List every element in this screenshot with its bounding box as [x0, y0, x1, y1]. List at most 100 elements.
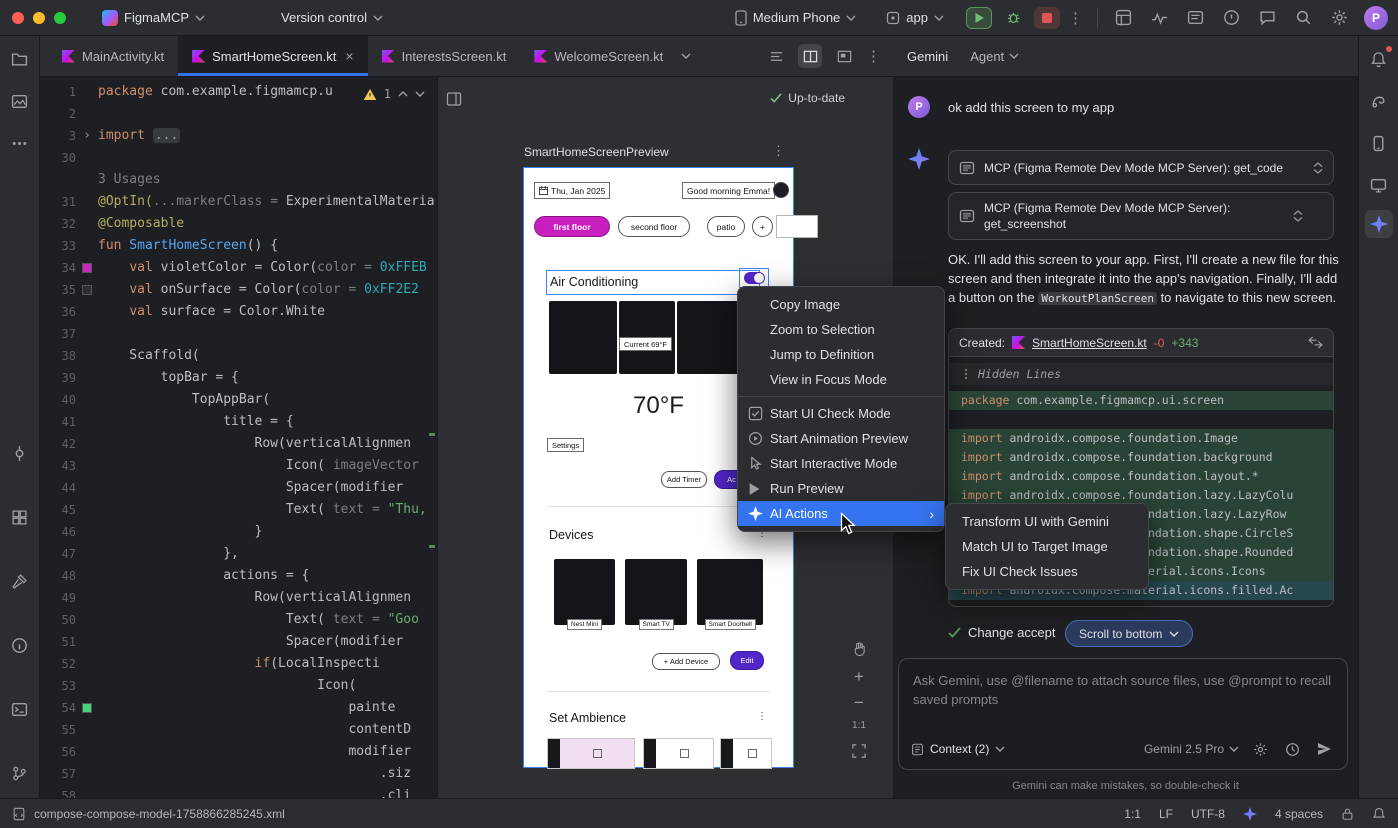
menu-item-jump-to-definition[interactable]: Jump to Definition [738, 342, 944, 367]
device-photo-smart-doorbell[interactable] [697, 559, 763, 625]
menu-item-copy-image[interactable]: Copy Image [738, 292, 944, 317]
zoom-ratio[interactable]: 1:1 [852, 720, 866, 731]
add-device-button[interactable]: + Add Device [652, 653, 720, 670]
design-view-icon[interactable] [832, 44, 856, 68]
history-icon[interactable] [1281, 738, 1303, 760]
running-devices-icon[interactable] [1368, 132, 1390, 154]
terminal-tool-icon[interactable] [9, 698, 31, 720]
model-selector[interactable]: Gemini 2.5 Pro [1144, 742, 1239, 756]
color-swatch[interactable] [76, 279, 98, 301]
app-insights-icon[interactable] [1220, 7, 1242, 29]
project-widget[interactable]: FigmaMCP [94, 6, 213, 30]
split-view-icon[interactable] [798, 44, 822, 68]
prev-problem-icon[interactable] [398, 91, 408, 97]
floor-chip-first-floor[interactable]: first floor [534, 216, 610, 237]
profiler-icon[interactable] [1148, 7, 1170, 29]
gemini-prompt-input[interactable]: Ask Gemini, use @filename to attach sour… [899, 659, 1347, 709]
code-editor[interactable]: 1package com.example.figmamcp.u23›import… [40, 77, 437, 798]
device-photo-nest-mini[interactable] [554, 559, 615, 625]
build-tool-icon[interactable] [9, 570, 31, 592]
hidden-tabs-chevron-icon[interactable] [677, 36, 695, 76]
indent-setting[interactable]: 4 spaces [1275, 807, 1323, 821]
next-problem-icon[interactable] [415, 91, 425, 97]
minimize-window-button[interactable] [33, 12, 45, 24]
gemini-tool-icon-active[interactable] [1365, 210, 1393, 238]
status-notifications-icon[interactable] [1372, 807, 1386, 821]
add-timer-button[interactable]: Add Timer [661, 471, 707, 488]
search-icon[interactable] [1292, 7, 1314, 29]
tool-call-card[interactable]: MCP (Figma Remote Dev Mode MCP Server): … [948, 150, 1334, 185]
scroll-to-bottom-button[interactable]: Scroll to bottom [1065, 620, 1193, 647]
ambience-options-icon[interactable]: ⋮ [757, 711, 767, 722]
stop-button[interactable] [1034, 7, 1060, 29]
pan-hand-icon[interactable] [848, 637, 870, 659]
debug-button[interactable] [1000, 7, 1026, 29]
more-run-options-icon[interactable]: ⋮ [1068, 9, 1083, 27]
settings-chip[interactable]: Settings [547, 438, 584, 452]
caret-position[interactable]: 1:1 [1124, 807, 1141, 821]
editor-options-icon[interactable]: ⋮ [866, 47, 881, 65]
fold-marker-icon[interactable]: › [76, 125, 98, 147]
zoom-out-icon[interactable]: − [854, 694, 864, 711]
menu-item-view-in-focus-mode[interactable]: View in Focus Mode [738, 367, 944, 392]
date-chip[interactable]: Thu, Jan 2025 [534, 182, 610, 199]
ambience-card[interactable] [720, 738, 772, 769]
close-window-button[interactable] [12, 12, 24, 24]
comments-icon[interactable] [1256, 7, 1278, 29]
vcs-widget[interactable]: Version control [273, 6, 391, 29]
preview-title[interactable]: SmartHomeScreenPreview [524, 145, 669, 159]
tab-gemini[interactable]: Gemini [907, 49, 948, 64]
selection-handle[interactable] [776, 215, 818, 238]
menu-item-fix-ui-check-issues[interactable]: Fix UI Check Issues [946, 559, 1148, 584]
code-view-icon[interactable] [764, 44, 788, 68]
tab-smarthomescreen[interactable]: SmartHomeScreen.kt × [178, 36, 367, 76]
edit-button[interactable]: Edit [730, 651, 764, 670]
created-file-link[interactable]: SmartHomeScreen.kt [1032, 336, 1147, 350]
preview-options-icon[interactable]: ⋮ [772, 143, 785, 159]
menu-item-run-preview[interactable]: Run Preview [738, 476, 944, 501]
ambience-card[interactable] [643, 738, 714, 769]
menu-item-match-ui-to-target-image[interactable]: Match UI to Target Image [946, 534, 1148, 559]
run-button[interactable] [966, 7, 992, 29]
gemini-settings-icon[interactable] [1249, 738, 1271, 760]
close-tab-icon[interactable]: × [345, 48, 353, 64]
hidden-lines-row[interactable]: Hidden Lines [949, 363, 1333, 385]
fullscreen-window-button[interactable] [54, 12, 66, 24]
menu-item-transform-ui-with-gemini[interactable]: Transform UI with Gemini [946, 509, 1148, 534]
git-tool-icon[interactable] [9, 762, 31, 784]
ac-toggle[interactable] [744, 272, 765, 284]
tab-agent[interactable]: Agent [970, 49, 1019, 64]
floor-chip-second-floor[interactable]: second floor [618, 216, 690, 237]
context-chip[interactable]: Context (2) [911, 742, 1005, 756]
more-tool-windows-icon[interactable] [9, 132, 31, 154]
line-ending[interactable]: LF [1159, 807, 1173, 821]
tab-welcomescreen[interactable]: WelcomeScreen.kt [520, 36, 677, 76]
device-manager-icon[interactable] [1368, 174, 1390, 196]
floor-chip-patio[interactable]: patio [707, 216, 745, 237]
zoom-to-fit-icon[interactable] [848, 740, 870, 762]
send-button[interactable] [1313, 738, 1335, 760]
expand-icon[interactable] [1313, 162, 1323, 174]
commit-tool-icon[interactable] [9, 442, 31, 464]
project-tool-icon[interactable] [9, 48, 31, 70]
menu-item-start-interactive-mode[interactable]: Start Interactive Mode [738, 451, 944, 476]
tab-mainactivity[interactable]: MainActivity.kt [48, 36, 178, 76]
problems-tool-icon[interactable] [9, 634, 31, 656]
ai-assistant-status-icon[interactable] [1243, 807, 1257, 821]
expand-icon[interactable] [1293, 210, 1303, 222]
logcat-icon[interactable] [1184, 7, 1206, 29]
inspection-widget[interactable]: 1 [359, 83, 429, 105]
menu-item-zoom-to-selection[interactable]: Zoom to Selection [738, 317, 944, 342]
menu-item-start-animation-preview[interactable]: Start Animation Preview [738, 426, 944, 451]
resource-manager-icon[interactable] [9, 90, 31, 112]
device-photo-smart-tv[interactable] [625, 559, 687, 625]
user-avatar[interactable] [773, 182, 789, 198]
services-tool-icon[interactable] [9, 506, 31, 528]
notifications-icon[interactable] [1368, 48, 1390, 70]
status-file-name[interactable]: compose-compose-model-1758866285245.xml [34, 807, 285, 821]
file-encoding[interactable]: UTF-8 [1191, 807, 1225, 821]
tool-call-card[interactable]: MCP (Figma Remote Dev Mode MCP Server): … [948, 192, 1334, 240]
menu-item-start-ui-check-mode[interactable]: Start UI Check Mode [738, 401, 944, 426]
profile-avatar[interactable]: P [1364, 6, 1388, 30]
gemini-input-box[interactable]: Ask Gemini, use @filename to attach sour… [898, 658, 1348, 770]
